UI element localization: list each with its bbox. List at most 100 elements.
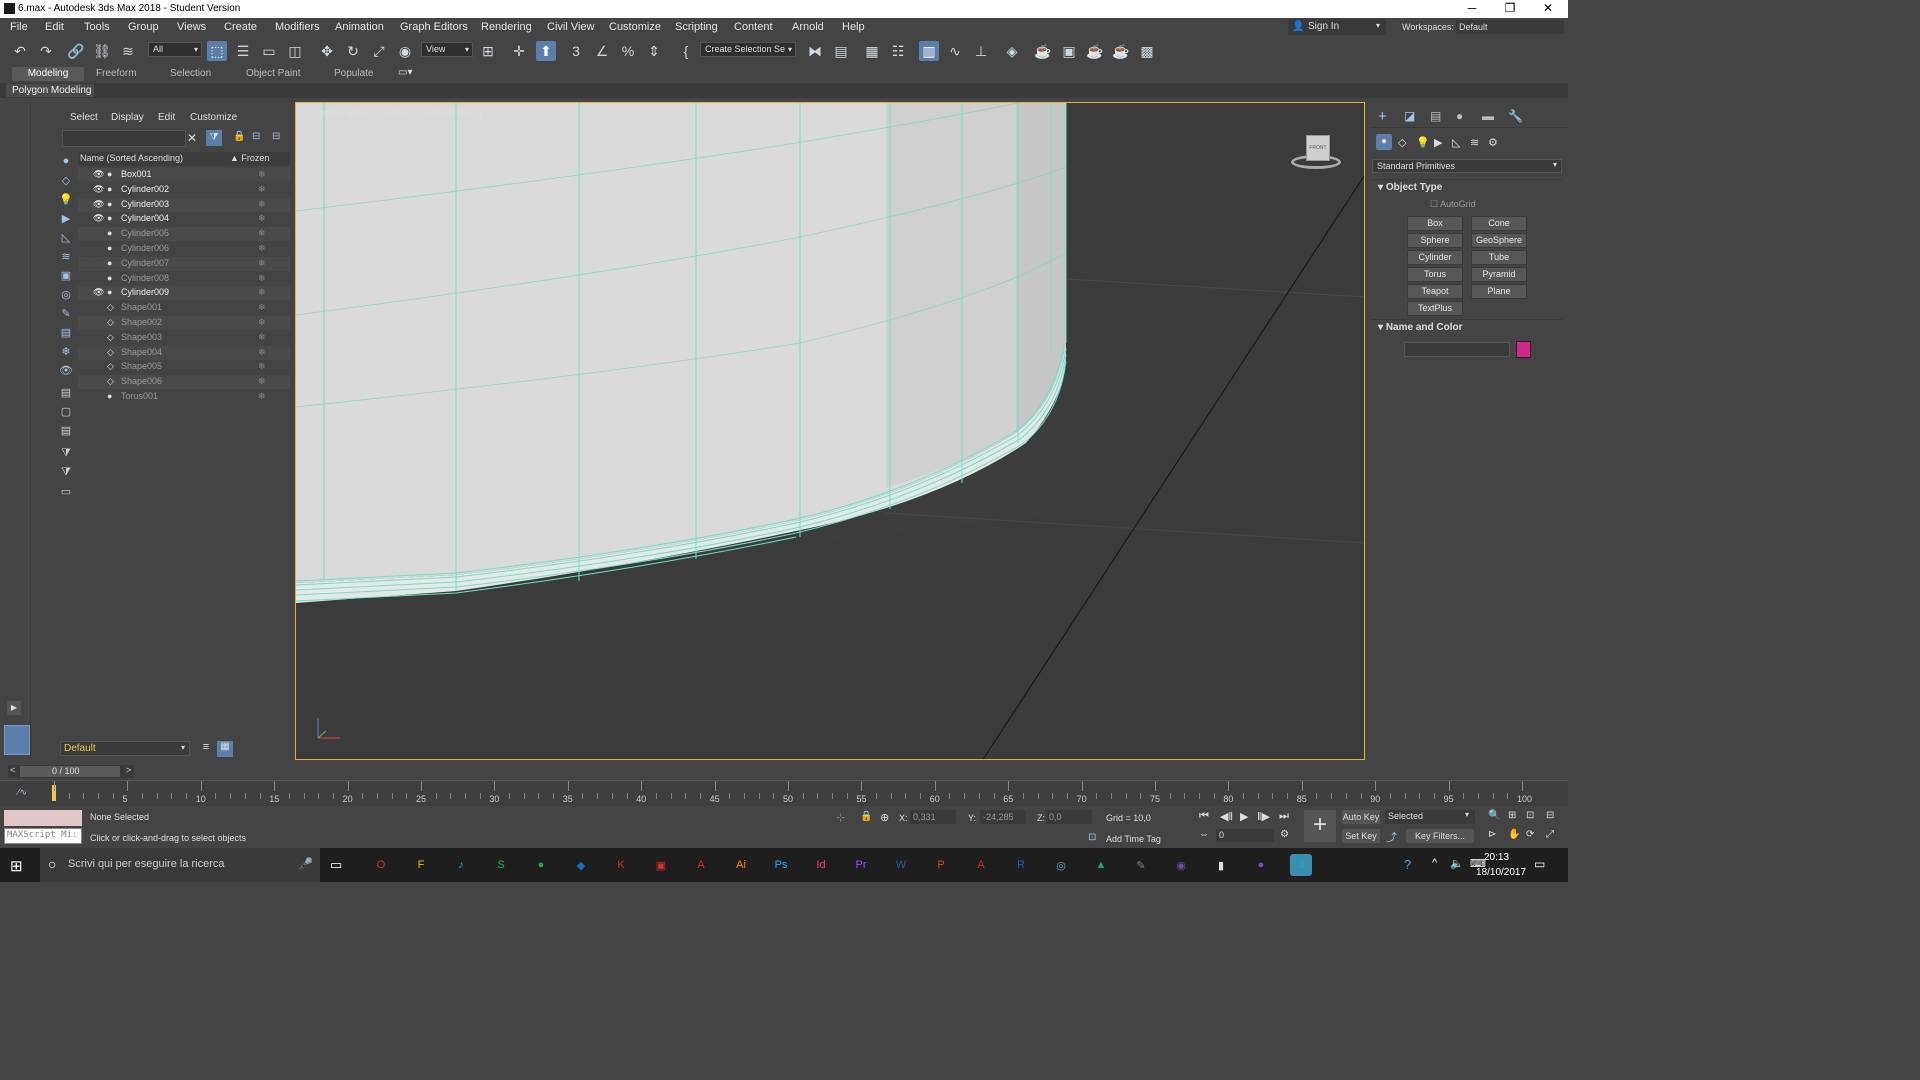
- snaps-toggle-icon[interactable]: 3: [566, 41, 586, 61]
- rect-region-icon[interactable]: ▭: [259, 41, 279, 61]
- visibility-eye-icon[interactable]: 👁: [93, 199, 104, 210]
- display-bones-icon[interactable]: ✎: [56, 305, 76, 321]
- visibility-eye-icon[interactable]: ·: [93, 391, 96, 401]
- taskbar-app-icon[interactable]: ▲: [1090, 854, 1112, 876]
- table-row[interactable]: · ◇ Shape002 ❄: [78, 316, 290, 330]
- render-iterative-icon[interactable]: ☕: [1111, 41, 1131, 61]
- taskbar-app-icon[interactable]: A: [690, 854, 712, 876]
- utilities-tab-icon[interactable]: 🔧: [1508, 109, 1523, 123]
- taskbar-app-icon[interactable]: Id: [810, 854, 832, 876]
- visibility-eye-icon[interactable]: ·: [93, 258, 96, 268]
- sign-in-dropdown[interactable]: 👤 Sign In ▾: [1288, 19, 1386, 35]
- select-by-name-icon[interactable]: ☰: [233, 41, 253, 61]
- layer-stack-icon[interactable]: ≡: [198, 741, 214, 757]
- zoom-extents-all-icon[interactable]: ⊟: [1546, 810, 1554, 821]
- render-in-cloud-icon[interactable]: ▩: [1137, 41, 1157, 61]
- hierarchy-icon[interactable]: ⊟: [252, 131, 260, 142]
- pan-view-icon[interactable]: ✋: [1508, 829, 1520, 840]
- selection-set-dropdown[interactable]: Create Selection Se: [700, 42, 796, 57]
- primitive-button-box[interactable]: Box: [1407, 216, 1463, 231]
- explorer-menu-display[interactable]: Display: [111, 112, 144, 123]
- orbit-icon[interactable]: ⟳: [1526, 829, 1534, 840]
- display-all-icon[interactable]: ▤: [56, 384, 76, 400]
- absolute-mode-icon[interactable]: ⊕: [880, 811, 889, 824]
- rendered-frame-window-icon[interactable]: ▣: [1059, 41, 1079, 61]
- time-tag-icon[interactable]: ⊡: [1088, 832, 1096, 843]
- goto-start-icon[interactable]: ⏮: [1199, 810, 1209, 823]
- table-row[interactable]: · ● Torus001 ❄: [78, 390, 290, 404]
- visibility-eye-icon[interactable]: 👁: [93, 184, 104, 195]
- taskbar-app-icon[interactable]: W: [890, 854, 912, 876]
- schematic-view-icon[interactable]: ⊥: [971, 41, 991, 61]
- link-icon[interactable]: 🔗: [66, 41, 86, 61]
- zoom-extents-icon[interactable]: ⊡: [1526, 810, 1534, 821]
- workspace-dropdown[interactable]: Default: [1456, 20, 1564, 34]
- select-move-icon[interactable]: ✥: [317, 41, 337, 61]
- material-editor-icon[interactable]: ◈: [1002, 41, 1022, 61]
- auto-key-button[interactable]: Auto Key: [1342, 810, 1380, 824]
- taskbar-app-icon[interactable]: P: [930, 854, 952, 876]
- x-coord-field[interactable]: 0,331: [910, 810, 956, 824]
- ribbon-options-icon[interactable]: ▭▾: [398, 67, 412, 78]
- minimize-button[interactable]: ─: [1454, 0, 1490, 18]
- current-frame-field[interactable]: 0: [1216, 829, 1274, 842]
- time-config-icon[interactable]: ⚙: [1280, 829, 1289, 840]
- key-selection-dropdown[interactable]: Selected ▾: [1385, 810, 1475, 824]
- isolate-selection-icon[interactable]: ⊹: [836, 811, 845, 824]
- tab-object-paint[interactable]: Object Paint: [240, 67, 306, 81]
- taskbar-app-icon[interactable]: ◉: [1170, 854, 1192, 876]
- next-frame-icon[interactable]: >: [126, 765, 131, 775]
- ref-coord-dropdown[interactable]: View: [421, 42, 473, 57]
- undo-icon[interactable]: ↶: [10, 41, 30, 61]
- layer-sort-icon[interactable]: ⊟: [272, 131, 280, 142]
- clock-date[interactable]: 18/10/2017: [1476, 867, 1526, 878]
- visibility-eye-icon[interactable]: 👁: [93, 213, 104, 224]
- menu-help[interactable]: Help: [842, 21, 865, 33]
- geometry-category-icon[interactable]: ●: [1376, 134, 1392, 150]
- taskbar-app-icon[interactable]: K: [610, 854, 632, 876]
- curve-editor-icon[interactable]: ∿: [945, 41, 965, 61]
- volume-icon[interactable]: 🔈: [1450, 857, 1464, 870]
- explorer-menu-select[interactable]: Select: [70, 112, 98, 123]
- table-row[interactable]: · ◇ Shape004 ❄: [78, 345, 290, 360]
- display-lights-icon[interactable]: 💡: [56, 191, 76, 207]
- frozen-snowflake-icon[interactable]: ❄: [258, 258, 266, 269]
- autogrid-checkbox[interactable]: ☐ AutoGrid: [1430, 199, 1476, 210]
- frozen-snowflake-icon[interactable]: ❄: [258, 391, 266, 402]
- visibility-eye-icon[interactable]: ·: [93, 243, 96, 253]
- display-cameras-icon[interactable]: ▶: [56, 210, 76, 226]
- primitive-button-textplus[interactable]: TextPlus: [1407, 301, 1463, 316]
- add-time-tag[interactable]: Add Time Tag: [1106, 834, 1161, 844]
- menu-views[interactable]: Views: [177, 21, 206, 33]
- align-icon[interactable]: ▤: [831, 41, 851, 61]
- key-filters-button[interactable]: Key Filters...: [1406, 829, 1474, 843]
- frozen-snowflake-icon[interactable]: ❄: [258, 213, 266, 224]
- frozen-snowflake-icon[interactable]: ❄: [258, 273, 266, 284]
- primitive-button-torus[interactable]: Torus: [1407, 267, 1463, 282]
- polygon-modeling-panel[interactable]: Polygon Modeling: [6, 84, 94, 97]
- table-row[interactable]: · ◇ Shape006 ❄: [78, 375, 290, 390]
- table-row[interactable]: · ● Cylinder006 ❄: [78, 242, 290, 256]
- menu-file[interactable]: File: [10, 21, 28, 33]
- display-xrefs-icon[interactable]: ◎: [56, 286, 76, 302]
- cameras-category-icon[interactable]: ▶: [1434, 136, 1442, 149]
- scene-explorer-icon[interactable]: ▦: [862, 41, 882, 61]
- time-slider[interactable]: < 0 / 100 >: [8, 765, 134, 778]
- prev-frame-icon[interactable]: <: [10, 765, 15, 775]
- hierarchy-tab-icon[interactable]: ▤: [1430, 109, 1441, 123]
- bind-space-warp-icon[interactable]: ≋: [118, 41, 138, 61]
- table-row[interactable]: · ● Cylinder007 ❄: [78, 256, 290, 271]
- menu-create[interactable]: Create: [224, 21, 257, 33]
- frozen-snowflake-icon[interactable]: ❄: [258, 243, 266, 254]
- motion-tab-icon[interactable]: ●: [1456, 109, 1463, 123]
- taskbar-app-icon[interactable]: ●: [1250, 854, 1272, 876]
- field-of-view-icon[interactable]: ⊳: [1488, 829, 1496, 840]
- tab-freeform[interactable]: Freeform: [90, 67, 143, 81]
- goto-end-icon[interactable]: ⏭: [1279, 810, 1289, 823]
- frozen-snowflake-icon[interactable]: ❄: [258, 361, 266, 372]
- time-slider-thumb[interactable]: 0 / 100: [20, 766, 120, 777]
- table-row[interactable]: · ◇ Shape001 ❄: [78, 301, 290, 315]
- visibility-eye-icon[interactable]: ·: [93, 332, 96, 342]
- taskbar-app-icon[interactable]: O: [370, 854, 392, 876]
- taskbar-app-icon[interactable]: Ai: [730, 854, 752, 876]
